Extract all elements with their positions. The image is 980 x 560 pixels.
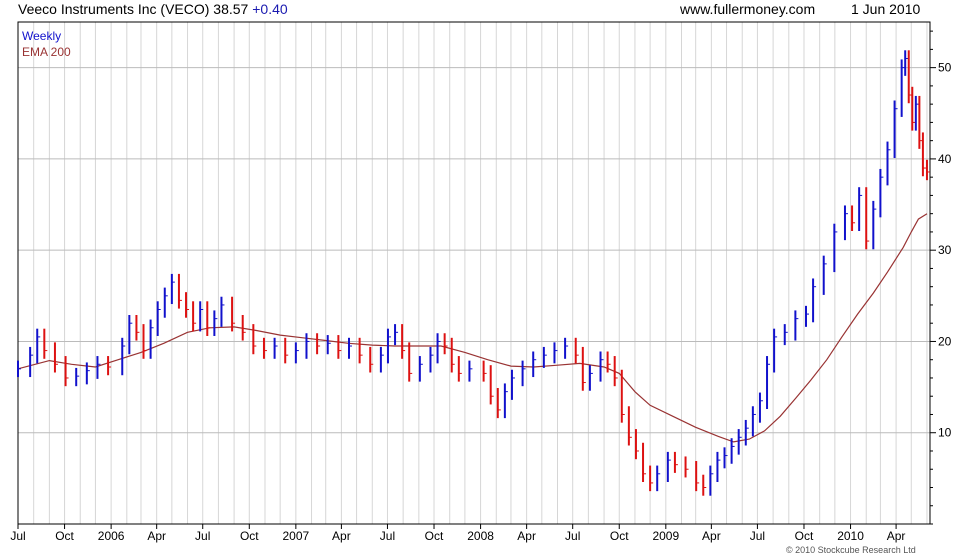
x-tick-label: 2010 [837, 529, 864, 543]
price-chart: 10 20 30 40 50 Jul Oct 2006 Apr Jul Oct 2007 Apr Jul O… [10, 21, 952, 543]
x-tick-label: Apr [887, 529, 906, 543]
x-tick-label: Apr [332, 529, 351, 543]
y-tick-label: 40 [938, 152, 952, 166]
x-tick-label: 2007 [282, 529, 309, 543]
x-tick-label: Apr [147, 529, 166, 543]
x-tick-label: 2008 [467, 529, 494, 543]
x-tick-label: Oct [55, 529, 74, 543]
plot-frame [17, 21, 931, 525]
x-tick-label: Oct [795, 529, 814, 543]
x-tick-label: 2009 [652, 529, 679, 543]
ema-200-line [17, 213, 928, 443]
x-tick-label: Jul [380, 529, 395, 543]
x-tick-label: Jul [195, 529, 210, 543]
x-tick-label: 2006 [98, 529, 125, 543]
legend-weekly: Weekly [22, 29, 61, 43]
x-tick-label: Oct [425, 529, 444, 543]
y-tick-label: 10 [938, 426, 952, 440]
x-tick-label: Apr [517, 529, 536, 543]
y-tick-label: 20 [938, 334, 952, 348]
x-tick-label: Jul [10, 529, 25, 543]
y-tick-label: 30 [938, 243, 952, 257]
y-tick-label: 50 [938, 61, 952, 75]
copyright-footer: © 2010 Stockcube Research Ltd [786, 545, 916, 555]
x-tick-label: Jul [565, 529, 580, 543]
x-tick-label: Jul [750, 529, 765, 543]
x-tick-label: Apr [702, 529, 721, 543]
x-tick-label: Oct [240, 529, 259, 543]
x-tick-label: Oct [610, 529, 629, 543]
legend-ema-200: EMA 200 [22, 45, 71, 59]
